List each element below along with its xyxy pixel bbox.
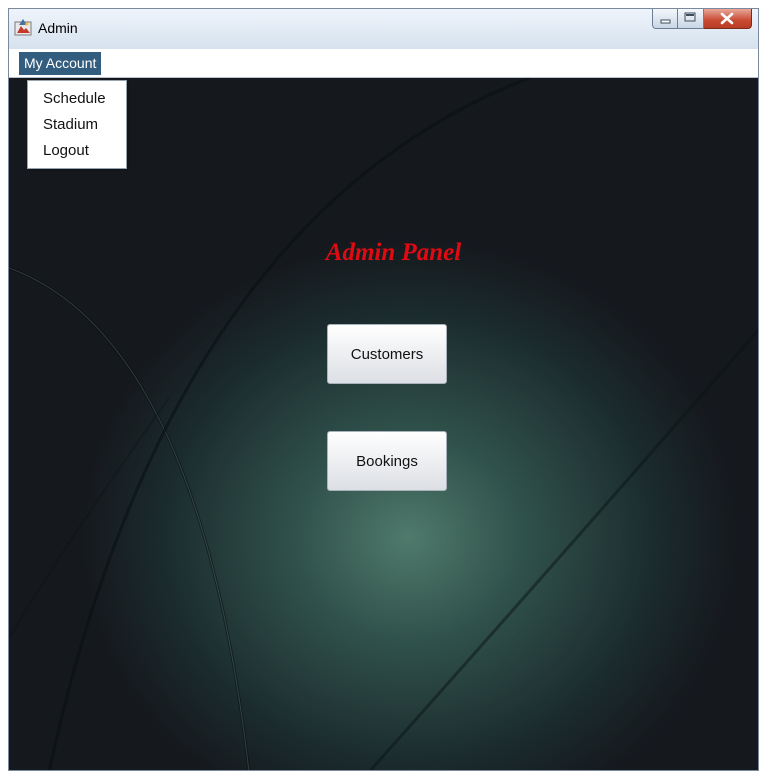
menu-item-schedule[interactable]: Schedule: [28, 86, 126, 112]
admin-window: Admin My Account Admin Panel Customers B…: [8, 8, 759, 771]
maximize-button[interactable]: [678, 9, 704, 29]
menu-bar: My Account: [9, 49, 758, 78]
admin-panel-heading: Admin Panel: [325, 239, 462, 266]
close-button[interactable]: [704, 9, 752, 29]
bookings-button[interactable]: Bookings: [327, 431, 447, 491]
my-account-dropdown: Schedule Stadium Logout: [27, 80, 127, 169]
window-title: Admin: [38, 20, 78, 36]
customers-button[interactable]: Customers: [327, 324, 447, 384]
title-bar[interactable]: Admin: [9, 9, 758, 49]
minimize-button[interactable]: [652, 9, 678, 29]
maximize-icon: [684, 12, 696, 22]
main-panel: Admin Panel Customers Bookings: [9, 78, 758, 770]
menu-my-account[interactable]: My Account: [19, 52, 102, 75]
minimize-icon: [660, 19, 671, 24]
menu-item-stadium[interactable]: Stadium: [28, 112, 126, 138]
menu-item-logout[interactable]: Logout: [28, 138, 126, 164]
admin-app-icon: [14, 19, 32, 36]
close-icon: [720, 12, 734, 25]
caption-buttons: [652, 9, 752, 35]
background-arcs: [9, 78, 758, 770]
